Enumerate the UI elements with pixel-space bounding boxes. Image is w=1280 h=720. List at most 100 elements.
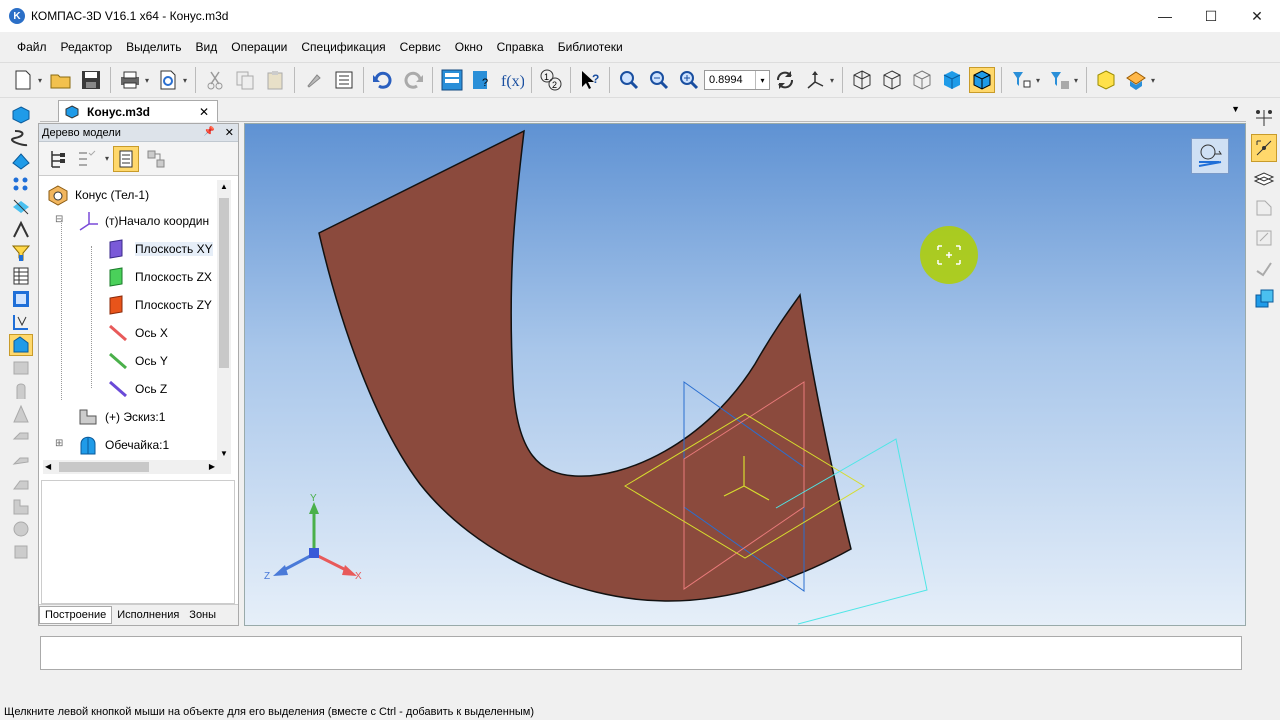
tab-construction[interactable]: Построение bbox=[39, 606, 113, 624]
reports-icon[interactable] bbox=[9, 288, 33, 310]
scroll-left-icon[interactable]: ◀ bbox=[45, 462, 51, 471]
perspective-dropdown-icon[interactable]: ▾ bbox=[1151, 76, 1159, 85]
tab-variants[interactable]: Исполнения bbox=[112, 606, 184, 624]
tree-node-plane-zx[interactable]: Плоскость ZX bbox=[107, 264, 212, 290]
minimize-button[interactable]: — bbox=[1142, 0, 1188, 32]
orientation-axes-icon[interactable] bbox=[802, 67, 828, 93]
new-document-icon[interactable] bbox=[10, 67, 36, 93]
orientation-dropdown-icon[interactable]: ▾ bbox=[830, 76, 838, 85]
close-tab-icon[interactable]: ✕ bbox=[199, 105, 209, 119]
help-cursor-icon[interactable]: ? bbox=[577, 67, 603, 93]
document-tab-konus[interactable]: Конус.m3d ✕ bbox=[58, 100, 218, 122]
tree-expand-toggle-icon[interactable]: ⊞ bbox=[55, 438, 63, 449]
print-dropdown-icon[interactable]: ▾ bbox=[145, 76, 153, 85]
zoom-fit-icon[interactable] bbox=[646, 67, 672, 93]
snap-active-icon[interactable] bbox=[1251, 134, 1277, 162]
tabs-dropdown-icon[interactable]: ▼ bbox=[1231, 104, 1240, 114]
assembly-icon[interactable] bbox=[1251, 284, 1277, 312]
tab-zones[interactable]: Зоны bbox=[184, 606, 221, 624]
print-icon[interactable] bbox=[117, 67, 143, 93]
spatial-curves-icon[interactable] bbox=[9, 127, 33, 149]
hidden-lines-view-icon[interactable] bbox=[879, 67, 905, 93]
tree-node-plane-zy[interactable]: Плоскость ZY bbox=[107, 292, 212, 318]
function-fx-icon[interactable]: f(x) bbox=[499, 67, 525, 93]
zoom-scale-field[interactable]: 0.8994 ▾ bbox=[704, 70, 770, 90]
maximize-button[interactable]: ☐ bbox=[1188, 0, 1234, 32]
menu-help[interactable]: Справка bbox=[490, 40, 551, 54]
close-panel-icon[interactable]: ✕ bbox=[225, 126, 234, 139]
save-icon[interactable] bbox=[78, 67, 104, 93]
selection-filter-dropdown-icon[interactable]: ▾ bbox=[1074, 76, 1082, 85]
menu-service[interactable]: Сервис bbox=[393, 40, 448, 54]
tree-node-root[interactable]: Конус (Тел-1) bbox=[47, 182, 149, 208]
diagnostics-icon[interactable] bbox=[9, 242, 33, 264]
pin-icon[interactable]: 📌 bbox=[204, 126, 215, 139]
format-brush-icon[interactable] bbox=[301, 67, 327, 93]
open-folder-icon[interactable] bbox=[48, 67, 74, 93]
menu-select[interactable]: Выделить bbox=[119, 40, 188, 54]
snap-points-icon[interactable] bbox=[1251, 104, 1277, 132]
specification-icon[interactable] bbox=[9, 265, 33, 287]
close-window-button[interactable]: ✕ bbox=[1234, 0, 1280, 32]
wireframe-view-icon[interactable] bbox=[849, 67, 875, 93]
tree-structure-icon[interactable] bbox=[45, 146, 71, 172]
tree-manager-icon[interactable] bbox=[439, 67, 465, 93]
menu-operations[interactable]: Операции bbox=[224, 40, 294, 54]
filter-objects-icon[interactable] bbox=[1008, 67, 1034, 93]
tree-filter-dropdown-icon[interactable]: ▾ bbox=[105, 154, 113, 163]
scroll-up-icon[interactable]: ▲ bbox=[220, 182, 228, 191]
variables-icon[interactable]: ? bbox=[469, 67, 495, 93]
scroll-down-icon[interactable]: ▼ bbox=[220, 449, 228, 458]
tree-node-plane-xy[interactable]: Плоскость XY bbox=[107, 236, 213, 262]
sheet-metal-icon[interactable] bbox=[9, 311, 33, 333]
tree-horizontal-scrollbar[interactable]: ◀ ▶ bbox=[43, 460, 231, 474]
auxiliary-geometry-icon[interactable] bbox=[9, 196, 33, 218]
section-view-icon[interactable] bbox=[1093, 67, 1119, 93]
tree-collapse-toggle-icon[interactable]: ⊟ bbox=[55, 214, 63, 225]
redo-icon[interactable] bbox=[400, 67, 426, 93]
filter-dropdown-icon[interactable]: ▾ bbox=[1036, 76, 1044, 85]
tree-node-axis-z[interactable]: Ось Z bbox=[107, 376, 167, 402]
menu-window[interactable]: Окно bbox=[448, 40, 490, 54]
layers-icon[interactable] bbox=[1251, 164, 1277, 192]
zoom-scale-dropdown-icon[interactable]: ▾ bbox=[755, 71, 769, 89]
menu-specification[interactable]: Спецификация bbox=[294, 40, 392, 54]
tree-node-axis-x[interactable]: Ось X bbox=[107, 320, 168, 346]
tree-filter-icon[interactable] bbox=[75, 146, 101, 172]
menu-view[interactable]: Вид bbox=[189, 40, 225, 54]
scroll-right-icon[interactable]: ▶ bbox=[209, 462, 215, 471]
copy-icon[interactable] bbox=[232, 67, 258, 93]
scroll-thumb[interactable] bbox=[219, 198, 229, 368]
editing-detail-icon[interactable] bbox=[9, 334, 33, 356]
preview-dropdown-icon[interactable]: ▾ bbox=[183, 76, 191, 85]
thin-lines-view-icon[interactable] bbox=[909, 67, 935, 93]
arrays-icon[interactable] bbox=[9, 173, 33, 195]
new-dropdown-icon[interactable]: ▾ bbox=[38, 76, 46, 85]
preview-icon[interactable] bbox=[155, 67, 181, 93]
rotate-icon[interactable] bbox=[772, 67, 798, 93]
view-orientation-button[interactable] bbox=[1191, 138, 1229, 174]
paste-icon[interactable] bbox=[262, 67, 288, 93]
properties-list-icon[interactable] bbox=[331, 67, 357, 93]
shaded-view-icon[interactable] bbox=[939, 67, 965, 93]
perspective-icon[interactable] bbox=[1123, 67, 1149, 93]
scroll-thumb[interactable] bbox=[59, 462, 149, 472]
cut-icon[interactable] bbox=[202, 67, 228, 93]
menu-file[interactable]: Файл bbox=[10, 40, 54, 54]
selection-filter-icon[interactable] bbox=[1046, 67, 1072, 93]
shell-model-surface[interactable] bbox=[318, 129, 852, 602]
menu-editor[interactable]: Редактор bbox=[54, 40, 120, 54]
tree-list-view-icon[interactable] bbox=[113, 145, 139, 172]
tree-node-sketch[interactable]: (+) Эскиз:1 bbox=[77, 404, 165, 430]
tree-node-origin[interactable]: (т)Начало координ bbox=[77, 208, 209, 234]
3d-viewport[interactable]: Y X Z bbox=[244, 123, 1246, 626]
surfaces-icon[interactable] bbox=[9, 150, 33, 172]
undo-icon[interactable] bbox=[370, 67, 396, 93]
dimensions-icon[interactable] bbox=[9, 219, 33, 241]
numbering-icon[interactable]: 12 bbox=[538, 67, 564, 93]
edit-part-icon[interactable] bbox=[9, 104, 33, 126]
tree-node-axis-y[interactable]: Ось Y bbox=[107, 348, 168, 374]
tree-relations-icon[interactable] bbox=[143, 146, 169, 172]
menu-libraries[interactable]: Библиотеки bbox=[551, 40, 630, 54]
tree-node-shell[interactable]: Обечайка:1 bbox=[77, 432, 169, 458]
